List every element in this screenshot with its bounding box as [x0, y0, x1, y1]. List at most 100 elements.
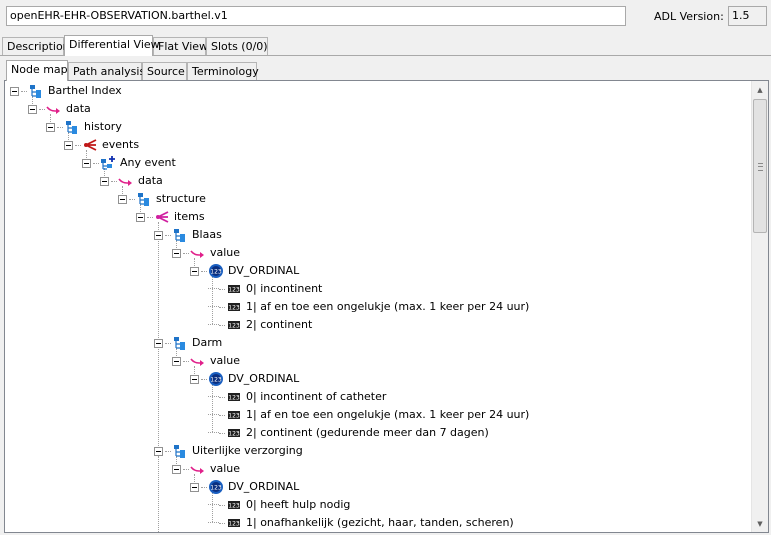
- collapse-toggle-icon[interactable]: [154, 230, 163, 240]
- tree-node[interactable]: data: [100, 172, 163, 190]
- tree-node[interactable]: 123 DV_ORDINAL: [190, 262, 299, 280]
- tree-node[interactable]: Darm: [154, 334, 222, 352]
- tree-node[interactable]: Any event: [82, 154, 176, 172]
- vertical-scrollbar[interactable]: ▲ ▼: [751, 81, 768, 532]
- collapse-toggle-icon[interactable]: [64, 140, 73, 150]
- tree-leaf-connector: [208, 396, 219, 398]
- collapse-toggle-icon[interactable]: [136, 212, 145, 222]
- scroll-up-arrow-icon[interactable]: ▲: [752, 81, 768, 98]
- svg-text:123: 123: [228, 305, 240, 312]
- tab-path-analysis[interactable]: Path analysis: [68, 62, 145, 80]
- collapse-toggle-icon[interactable]: [118, 194, 127, 204]
- structure-node-icon: [136, 191, 152, 207]
- tab-description[interactable]: Description: [2, 37, 70, 55]
- ordinal-item-icon: 123: [226, 515, 242, 531]
- collapse-toggle-icon[interactable]: [46, 122, 55, 132]
- collapse-toggle-icon[interactable]: [172, 356, 181, 366]
- tree-node[interactable]: 123 2| continent (gedurende meer dan 7 da…: [208, 424, 489, 442]
- ordinal-item-icon: 123: [226, 281, 242, 297]
- tree-node[interactable]: Barthel Index: [10, 82, 122, 100]
- tab-slots[interactable]: Slots (0/0): [206, 37, 268, 55]
- tree-node[interactable]: 123 DV_ORDINAL: [190, 478, 299, 496]
- tree-node[interactable]: value: [172, 460, 240, 478]
- collapse-toggle-icon[interactable]: [190, 374, 199, 384]
- collapse-toggle-icon[interactable]: [28, 104, 37, 114]
- ordinal-datatype-icon: 123: [208, 371, 224, 387]
- tree-node-label: value: [210, 462, 241, 475]
- tree-node[interactable]: items: [136, 208, 205, 226]
- tree-node[interactable]: structure: [118, 190, 206, 208]
- tree-node[interactable]: 123 1| af en toe een ongelukje (max. 1 ke…: [208, 298, 529, 316]
- tree-node[interactable]: 123 DV_ORDINAL: [190, 370, 299, 388]
- element-node-icon: [172, 227, 188, 243]
- collapse-toggle-icon[interactable]: [154, 338, 163, 348]
- tree-node-label: data: [138, 174, 163, 187]
- tree-node-label: DV_ORDINAL: [228, 264, 300, 277]
- tree-branch-line: [219, 432, 225, 434]
- tree-branch-line: [183, 468, 189, 470]
- collapse-toggle-icon[interactable]: [154, 446, 163, 456]
- ordinal-item-icon: 123: [226, 407, 242, 423]
- tree-node[interactable]: data: [28, 100, 91, 118]
- tree-leaf-connector: [208, 288, 219, 290]
- collapse-toggle-icon[interactable]: [172, 248, 181, 258]
- tree-leaf-connector: [208, 414, 219, 416]
- tree-branch-line: [165, 342, 171, 344]
- ordinal-item-icon: 123: [226, 389, 242, 405]
- scroll-thumb[interactable]: [753, 99, 767, 233]
- tree-node[interactable]: 123 1| onafhankelijk (gezicht, haar, tand…: [208, 514, 514, 532]
- tree-branch-line: [219, 414, 225, 416]
- collapse-toggle-icon[interactable]: [82, 158, 91, 168]
- ordinal-datatype-icon: 123: [208, 263, 224, 279]
- collapse-toggle-icon[interactable]: [100, 176, 109, 186]
- tab-node-map[interactable]: Node map: [6, 60, 68, 81]
- svg-text:123: 123: [210, 485, 222, 492]
- tree-node[interactable]: 123 2| continent: [208, 316, 312, 334]
- archetype-id-field[interactable]: openEHR-EHR-OBSERVATION.barthel.v1: [6, 6, 626, 26]
- collapse-toggle-icon[interactable]: [172, 464, 181, 474]
- attribute-arrow-icon: [190, 353, 206, 369]
- tree-node-label: Blaas: [192, 228, 222, 241]
- tree-branch-line: [219, 522, 225, 524]
- tree-node[interactable]: 123 1| af en toe een ongelukje (max. 1 ke…: [208, 406, 529, 424]
- ordinal-item-icon: 123: [226, 425, 242, 441]
- element-node-icon: [172, 443, 188, 459]
- tree-node[interactable]: history: [46, 118, 122, 136]
- tree-node[interactable]: events: [64, 136, 139, 154]
- attribute-arrow-icon: [190, 245, 206, 261]
- collapse-toggle-icon[interactable]: [190, 266, 199, 276]
- multiple-attribute-icon: [82, 137, 98, 153]
- tree-node[interactable]: Uiterlijke verzorging: [154, 442, 303, 460]
- svg-text:123: 123: [228, 503, 240, 510]
- tree-node[interactable]: 123 0| heeft hulp nodig: [208, 496, 350, 514]
- tab-differential-view[interactable]: Differential View: [64, 35, 160, 56]
- tree-branch-line: [183, 252, 189, 254]
- tab-source[interactable]: Source: [142, 62, 187, 80]
- element-node-icon: [172, 335, 188, 351]
- adl-version-field[interactable]: 1.5: [728, 6, 767, 26]
- tree-branch-line: [201, 486, 207, 488]
- tree-node[interactable]: value: [172, 244, 240, 262]
- main-tab-bar: Description Differential View Flat View …: [0, 35, 771, 56]
- tree-node[interactable]: Blaas: [154, 226, 222, 244]
- tree-branch-line: [111, 180, 117, 182]
- scroll-down-arrow-icon[interactable]: ▼: [752, 515, 768, 532]
- collapse-toggle-icon[interactable]: [10, 86, 19, 96]
- tree-branch-line: [39, 108, 45, 110]
- tree-branch-line: [219, 306, 225, 308]
- tree-node-label: DV_ORDINAL: [228, 372, 300, 385]
- adl-version-label: ADL Version:: [654, 10, 724, 23]
- tree-node-label: structure: [156, 192, 206, 205]
- tree-branch-line: [219, 324, 225, 326]
- tab-flat-view[interactable]: Flat View: [153, 37, 208, 55]
- tab-terminology[interactable]: Terminology: [187, 62, 259, 80]
- tree-node[interactable]: 123 0| incontinent: [208, 280, 322, 298]
- tree-node-label: 2| continent (gedurende meer dan 7 dagen…: [246, 426, 489, 439]
- tree-branch-line: [219, 504, 225, 506]
- node-map-tree[interactable]: Barthel Index data history events Any event d…: [4, 80, 769, 533]
- tree-node[interactable]: value: [172, 352, 240, 370]
- svg-text:123: 123: [228, 395, 240, 402]
- tree-node[interactable]: 123 0| incontinent of catheter: [208, 388, 386, 406]
- svg-text:123: 123: [210, 269, 222, 276]
- collapse-toggle-icon[interactable]: [190, 482, 199, 492]
